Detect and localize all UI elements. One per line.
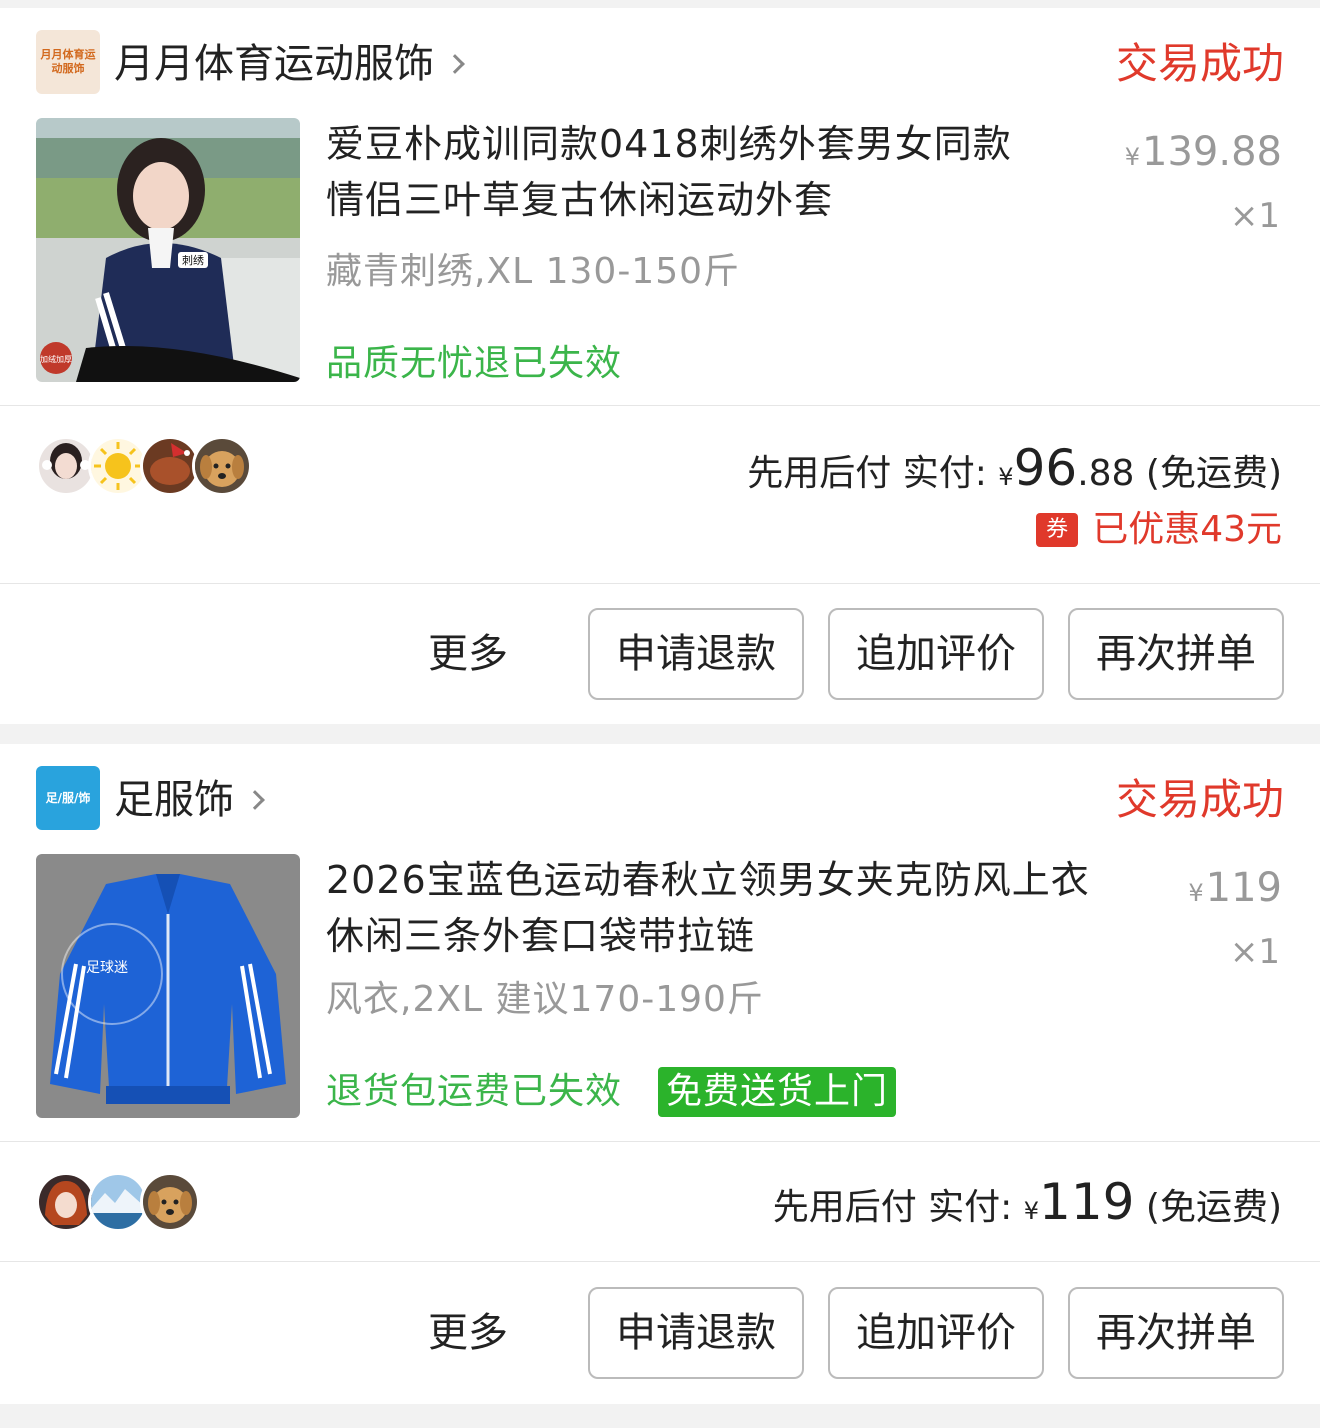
- product-image[interactable]: 刺绣 加绒加厚: [36, 118, 300, 382]
- avatar: [140, 436, 200, 496]
- image-badge: 加绒加厚: [40, 354, 72, 364]
- chevron-right-icon: [445, 54, 465, 74]
- shop-logo[interactable]: 足/服/饰: [36, 766, 100, 830]
- more-button[interactable]: 更多: [428, 1287, 508, 1379]
- product-title-line: 爱豆朴成训同款0418刺绣外套男女同款: [326, 122, 1012, 166]
- divider: [0, 583, 1320, 584]
- avatar: [36, 436, 96, 496]
- payment-summary: 先用后付 实付: ¥119 (免运费): [773, 1172, 1282, 1241]
- product-title[interactable]: 2026宝蓝色运动春秋立领男女夹克防风上衣 休闲三条外套口袋带拉链: [326, 852, 1156, 964]
- refund-button[interactable]: 申请退款: [588, 1287, 804, 1379]
- price-value: 119: [1205, 865, 1282, 911]
- image-label: 刺绣: [182, 254, 204, 267]
- paid-amount-integer: 96: [1013, 439, 1078, 497]
- divider: [0, 1141, 1320, 1142]
- unit-price: ¥139.88: [1125, 124, 1282, 185]
- discount-info: 券 已优惠43元: [1036, 506, 1282, 554]
- order-card: 月月体育运动服饰 月月体育运动服饰 交易成功 刺绣 加绒加厚 爱豆朴成训同款04…: [0, 8, 1320, 724]
- payment-label: 先用后付 实付:: [772, 1187, 1013, 1228]
- currency-symbol: ¥: [998, 463, 1014, 491]
- reorder-button[interactable]: 再次拼单: [1068, 608, 1284, 700]
- add-review-button[interactable]: 追加评价: [828, 1287, 1044, 1379]
- product-photo: 足球迷: [36, 854, 300, 1118]
- reorder-button[interactable]: 再次拼单: [1068, 1287, 1284, 1379]
- product-title-line: 休闲三条外套口袋带拉链: [326, 914, 756, 958]
- quantity: ×1: [1229, 196, 1280, 236]
- avatar: [88, 1172, 148, 1232]
- divider: [0, 405, 1320, 406]
- paid-amount-decimal: .88: [1077, 453, 1135, 494]
- add-review-button[interactable]: 追加评价: [828, 608, 1044, 700]
- paid-amount-integer: 119: [1039, 1173, 1135, 1231]
- avatar: [140, 1172, 200, 1232]
- discount-amount: 已优惠43元: [1092, 509, 1282, 550]
- more-button[interactable]: 更多: [428, 608, 508, 700]
- currency-symbol: ¥: [1124, 143, 1141, 171]
- image-label: 足球迷: [86, 960, 128, 976]
- shop-name: 足服饰: [114, 777, 234, 823]
- free-delivery-badge: 免费送货上门: [658, 1067, 897, 1117]
- shipping-note: (免运费): [1145, 1187, 1282, 1228]
- product-photo: 刺绣 加绒加厚: [36, 118, 300, 382]
- payment-label: 先用后付 实付:: [747, 453, 987, 494]
- shop-name-link[interactable]: 月月体育运动服饰: [114, 36, 465, 92]
- service-tag: 退货包运费已失效: [326, 1071, 623, 1112]
- buyer-avatars: [36, 436, 256, 496]
- service-tag: 品质无忧退已失效: [326, 343, 623, 384]
- divider: [0, 1261, 1320, 1262]
- unit-price: ¥119: [1188, 860, 1282, 921]
- order-status: 交易成功: [1115, 39, 1284, 88]
- chevron-right-icon: [245, 790, 265, 810]
- shipping-note: (免运费): [1145, 453, 1282, 494]
- product-title-line: 2026宝蓝色运动春秋立领男女夹克防风上衣: [326, 858, 1090, 902]
- avatar: [192, 436, 252, 496]
- avatar: [36, 1172, 96, 1232]
- price-value: 139.88: [1142, 129, 1282, 175]
- product-spec: 藏青刺绣,XL 130-150斤: [326, 251, 741, 292]
- coupon-icon: 券: [1036, 513, 1079, 547]
- shop-logo[interactable]: 月月体育运动服饰: [36, 30, 100, 94]
- currency-symbol: ¥: [1188, 879, 1204, 907]
- product-title-line: 情侣三叶草复古休闲运动外套: [326, 178, 834, 222]
- product-image[interactable]: 足球迷: [36, 854, 300, 1118]
- avatar: [88, 436, 148, 496]
- product-spec: 风衣,2XL 建议170-190斤: [326, 979, 764, 1020]
- order-card: 足/服/饰 足服饰 交易成功 足球迷 2026宝蓝色运动春秋立领男女夹克防风上衣…: [0, 744, 1320, 1404]
- order-status: 交易成功: [1115, 775, 1284, 824]
- product-title[interactable]: 爱豆朴成训同款0418刺绣外套男女同款 情侣三叶草复古休闲运动外套: [326, 116, 1106, 228]
- currency-symbol: ¥: [1023, 1197, 1040, 1225]
- payment-summary: 先用后付 实付: ¥96.88 (免运费): [747, 438, 1282, 507]
- shop-name-link[interactable]: 足服饰: [114, 772, 265, 828]
- quantity: ×1: [1229, 932, 1280, 972]
- refund-button[interactable]: 申请退款: [588, 608, 804, 700]
- shop-name: 月月体育运动服饰: [114, 41, 434, 87]
- buyer-avatars: [36, 1172, 206, 1232]
